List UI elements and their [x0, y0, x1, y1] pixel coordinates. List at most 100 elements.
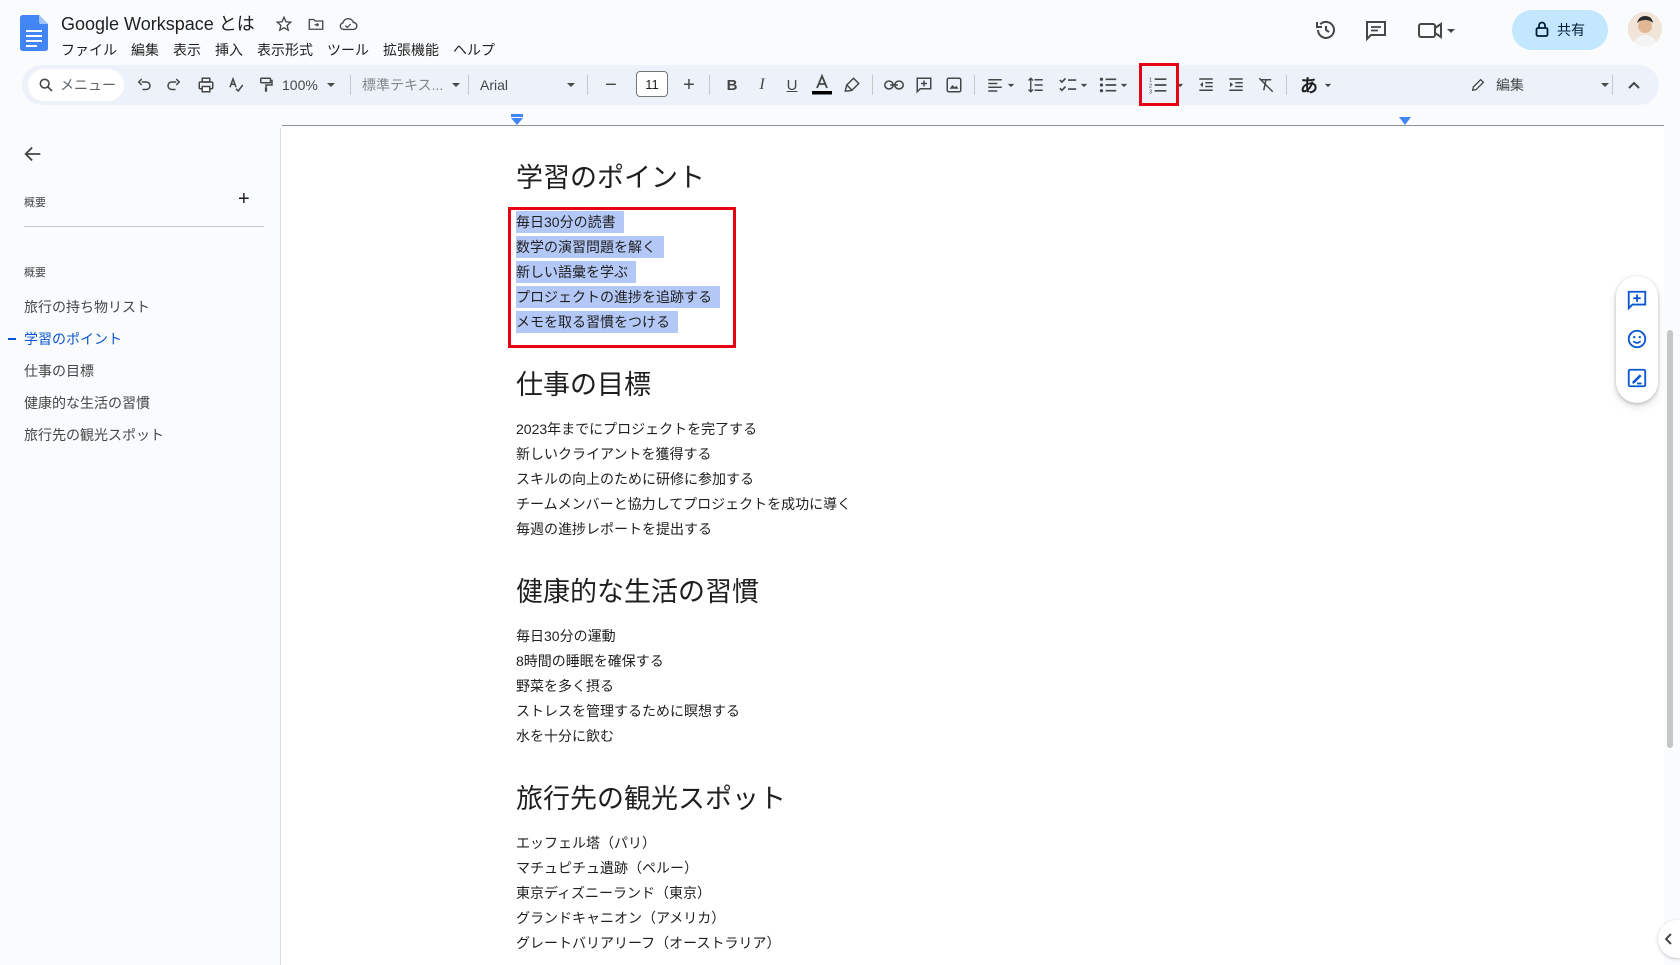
selection-highlight [508, 207, 736, 348]
font-select[interactable]: Arial [480, 69, 580, 101]
input-tools-select[interactable]: あ [1294, 69, 1338, 101]
right-indent-marker[interactable] [1398, 117, 1412, 126]
chevron-down-icon [566, 82, 576, 88]
list-item[interactable]: 2023年までにプロジェクトを完了する [516, 418, 757, 440]
undo-icon[interactable] [130, 69, 158, 101]
floating-actions [1616, 276, 1658, 403]
title-bar: Google Workspace とは ファイル 編集 表示 挿入 表示形式 ツ… [0, 0, 1680, 62]
ruler [0, 114, 1664, 128]
increase-indent-icon[interactable] [1222, 69, 1250, 101]
list-item[interactable]: マチュピチュ遺跡（ペルー） [516, 857, 698, 879]
pencil-icon [1470, 77, 1486, 93]
font-size-input[interactable]: 11 [636, 71, 668, 97]
document-page[interactable]: 学習のポイント 毎日30分の読書 数学の演習問題を解く 新しい語彙を学ぶ プロジ… [281, 128, 1664, 965]
numbered-list-highlight [1139, 63, 1179, 106]
list-item[interactable]: 野菜を多く摂る [516, 675, 614, 697]
outline-item-study-points[interactable]: 学習のポイント [24, 329, 122, 349]
list-item[interactable]: グランドキャニオン（アメリカ） [516, 907, 725, 929]
heading[interactable]: 仕事の目標 [516, 363, 651, 402]
line-spacing-icon[interactable] [1022, 69, 1050, 101]
share-label: 共有 [1557, 22, 1585, 38]
suggest-edit-icon[interactable] [1625, 366, 1649, 390]
star-icon[interactable] [272, 12, 296, 36]
menu-insert[interactable]: 挿入 [208, 38, 250, 62]
text-color-icon[interactable] [808, 69, 836, 101]
back-arrow-icon[interactable] [22, 143, 48, 169]
emoji-icon[interactable] [1625, 327, 1649, 351]
menu-extensions[interactable]: 拡張機能 [376, 38, 446, 62]
outline-item-travel-list[interactable]: 旅行の持ち物リスト [24, 297, 150, 317]
list-item[interactable]: 8時間の睡眠を確保する [516, 650, 664, 672]
menu-help[interactable]: ヘルプ [446, 38, 502, 62]
list-item[interactable]: 毎日30分の運動 [516, 625, 616, 647]
list-item[interactable]: グレートバリアリーフ（オーストラリア） [516, 932, 780, 954]
editing-mode-value: 編集 [1496, 77, 1524, 93]
avatar[interactable] [1628, 12, 1662, 46]
menu-search[interactable]: メニュー [28, 69, 124, 101]
add-comment-icon[interactable] [910, 69, 938, 101]
share-button[interactable]: 共有 [1512, 10, 1608, 50]
clear-format-icon[interactable] [1252, 69, 1280, 101]
outline-item-work-goals[interactable]: 仕事の目標 [24, 361, 94, 381]
increase-font-size-button[interactable]: + [674, 69, 704, 101]
chevron-down-icon [451, 82, 461, 88]
heading[interactable]: 学習のポイント [516, 156, 705, 195]
outline-item-sightseeing[interactable]: 旅行先の観光スポット [24, 425, 164, 445]
list-item[interactable]: チームメンバーと協力してプロジェクトを成功に導く [516, 493, 851, 515]
print-icon[interactable] [192, 69, 220, 101]
decrease-font-size-button[interactable]: − [596, 69, 626, 101]
formatting-toolbar: メニュー 100% 標準テキス... Arial − 11 + B I U 1 … [22, 65, 1659, 105]
meet-icon[interactable] [1414, 14, 1460, 46]
underline-icon[interactable]: U [778, 69, 806, 101]
outline-item-healthy-habits[interactable]: 健康的な生活の習慣 [24, 393, 150, 413]
font-value: Arial [480, 77, 509, 93]
docs-logo-icon[interactable] [20, 15, 48, 51]
bold-icon[interactable]: B [718, 69, 746, 101]
menu-bar: ファイル 編集 表示 挿入 表示形式 ツール 拡張機能 ヘルプ [54, 38, 502, 62]
cloud-saved-icon[interactable] [336, 12, 360, 36]
comments-icon[interactable] [1360, 14, 1392, 46]
paint-format-icon[interactable] [252, 69, 280, 101]
menu-search-placeholder: メニュー [60, 77, 116, 93]
heading[interactable]: 旅行先の観光スポット [516, 777, 786, 816]
image-icon[interactable] [940, 69, 968, 101]
menu-view[interactable]: 表示 [166, 38, 208, 62]
zoom-select[interactable]: 100% [282, 69, 342, 101]
spellcheck-icon[interactable] [222, 69, 250, 101]
list-item[interactable]: 毎週の進捗レポートを提出する [516, 518, 712, 540]
search-icon [38, 77, 54, 93]
left-indent-marker[interactable] [510, 114, 524, 126]
redo-icon[interactable] [160, 69, 188, 101]
add-comment-icon[interactable] [1625, 288, 1649, 312]
paragraph-style-select[interactable]: 標準テキス... [362, 69, 462, 101]
lock-icon [1535, 21, 1549, 40]
list-item[interactable]: 東京ディズニーランド（東京） [516, 882, 711, 904]
outline-header: 概要 [24, 197, 46, 209]
menu-format[interactable]: 表示形式 [250, 38, 320, 62]
add-tab-button[interactable]: + [238, 188, 250, 211]
decrease-indent-icon[interactable] [1192, 69, 1220, 101]
menu-edit[interactable]: 編集 [124, 38, 166, 62]
list-item[interactable]: エッフェル塔（パリ） [516, 832, 656, 854]
move-folder-icon[interactable] [304, 12, 328, 36]
collapse-icon[interactable] [1620, 69, 1648, 101]
list-item[interactable]: スキルの向上のために研修に参加する [516, 468, 754, 490]
document-outline: 概要 + 概要 旅行の持ち物リスト 学習のポイント 仕事の目標 健康的な生活の習… [0, 128, 281, 965]
editing-mode-select[interactable]: 編集 [1470, 69, 1610, 101]
document-title[interactable]: Google Workspace とは [61, 10, 255, 36]
input-tools-value: あ [1300, 76, 1318, 96]
italic-icon[interactable]: I [748, 69, 776, 101]
menu-file[interactable]: ファイル [54, 38, 124, 62]
vertical-scrollbar[interactable] [1667, 330, 1673, 748]
history-icon[interactable] [1310, 14, 1342, 46]
link-icon[interactable] [880, 69, 908, 101]
menu-tools[interactable]: ツール [320, 38, 376, 62]
list-item[interactable]: 新しいクライアントを獲得する [516, 443, 711, 465]
bulleted-list-icon[interactable] [1094, 69, 1132, 101]
highlight-icon[interactable] [838, 69, 866, 101]
checklist-icon[interactable] [1054, 69, 1092, 101]
list-item[interactable]: ストレスを管理するために瞑想する [516, 700, 740, 722]
list-item[interactable]: 水を十分に飲む [516, 725, 614, 747]
align-icon[interactable] [982, 69, 1018, 101]
heading[interactable]: 健康的な生活の習慣 [516, 570, 759, 609]
